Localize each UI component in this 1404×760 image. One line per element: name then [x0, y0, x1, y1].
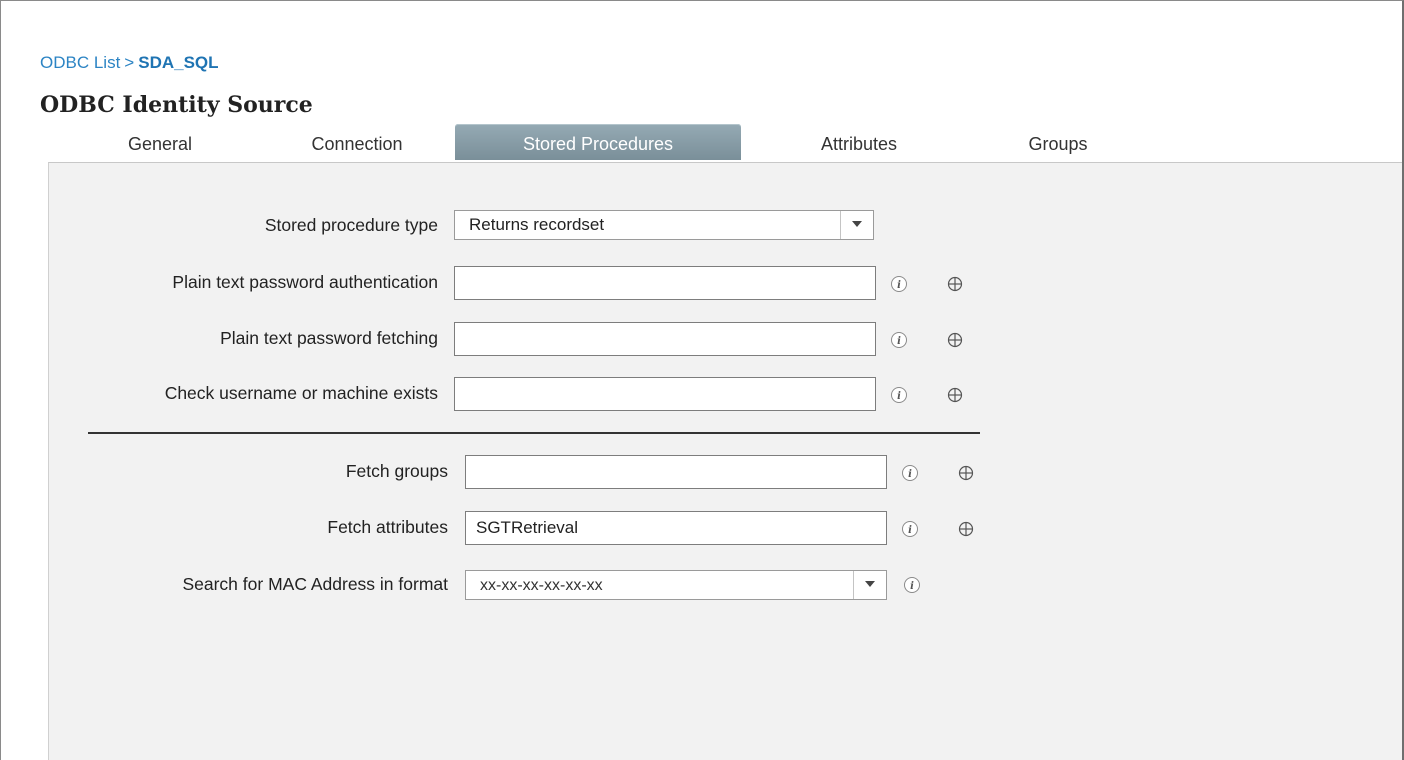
tab-general[interactable]: General	[110, 124, 210, 160]
info-icon[interactable]: i	[901, 520, 919, 538]
mac-address-format-value: xx-xx-xx-xx-xx-xx	[480, 577, 603, 594]
breadcrumb-link-odbc-list[interactable]: ODBC List	[40, 53, 120, 72]
fetch-groups-label: Fetch groups	[345, 461, 448, 481]
section-divider	[88, 432, 980, 434]
breadcrumb-separator: >	[124, 53, 135, 72]
plain-text-password-fetching-input[interactable]	[454, 322, 876, 356]
fetch-attributes-label: Fetch attributes	[327, 517, 448, 537]
svg-text:i: i	[897, 391, 901, 402]
breadcrumb: ODBC List > SDA_SQL	[40, 53, 219, 73]
breadcrumb-current: SDA_SQL	[138, 53, 219, 72]
crosshair-icon[interactable]	[946, 331, 964, 349]
svg-text:i: i	[897, 280, 901, 291]
tab-attributes[interactable]: Attributes	[798, 124, 920, 160]
svg-text:i: i	[908, 525, 912, 536]
stored-procedure-type-select[interactable]: Returns recordset	[454, 210, 874, 240]
page-title: ODBC Identity Source	[40, 92, 313, 118]
info-icon[interactable]: i	[890, 386, 908, 404]
check-username-exists-input[interactable]	[454, 377, 876, 411]
tab-stored-procedures[interactable]: Stored Procedures	[455, 124, 741, 160]
plain-text-password-auth-input[interactable]	[454, 266, 876, 300]
crosshair-icon[interactable]	[946, 275, 964, 293]
tab-connection[interactable]: Connection	[292, 124, 422, 160]
tab-bar: General Connection Stored Procedures Att…	[0, 122, 1404, 162]
fetch-attributes-input[interactable]	[465, 511, 887, 545]
stored-procedure-type-label: Stored procedure type	[264, 215, 438, 235]
fetch-groups-input[interactable]	[465, 455, 887, 489]
crosshair-icon[interactable]	[957, 464, 975, 482]
svg-text:i: i	[897, 336, 901, 347]
stored-procedure-type-value: Returns recordset	[469, 215, 605, 234]
crosshair-icon[interactable]	[946, 386, 964, 404]
info-icon[interactable]: i	[890, 275, 908, 293]
chevron-down-icon	[840, 211, 873, 239]
svg-text:i: i	[910, 581, 914, 592]
mac-address-format-select[interactable]: xx-xx-xx-xx-xx-xx	[465, 570, 887, 600]
crosshair-icon[interactable]	[957, 520, 975, 538]
tab-groups[interactable]: Groups	[1006, 124, 1110, 160]
chevron-down-icon	[853, 571, 886, 599]
info-icon[interactable]: i	[890, 331, 908, 349]
info-icon[interactable]: i	[901, 464, 919, 482]
mac-address-format-label: Search for MAC Address in format	[182, 574, 448, 594]
plain-text-password-auth-label: Plain text password authentication	[172, 272, 438, 292]
svg-text:i: i	[908, 469, 912, 480]
info-icon[interactable]: i	[903, 576, 921, 594]
check-username-exists-label: Check username or machine exists	[164, 383, 438, 403]
plain-text-password-fetching-label: Plain text password fetching	[220, 328, 438, 348]
